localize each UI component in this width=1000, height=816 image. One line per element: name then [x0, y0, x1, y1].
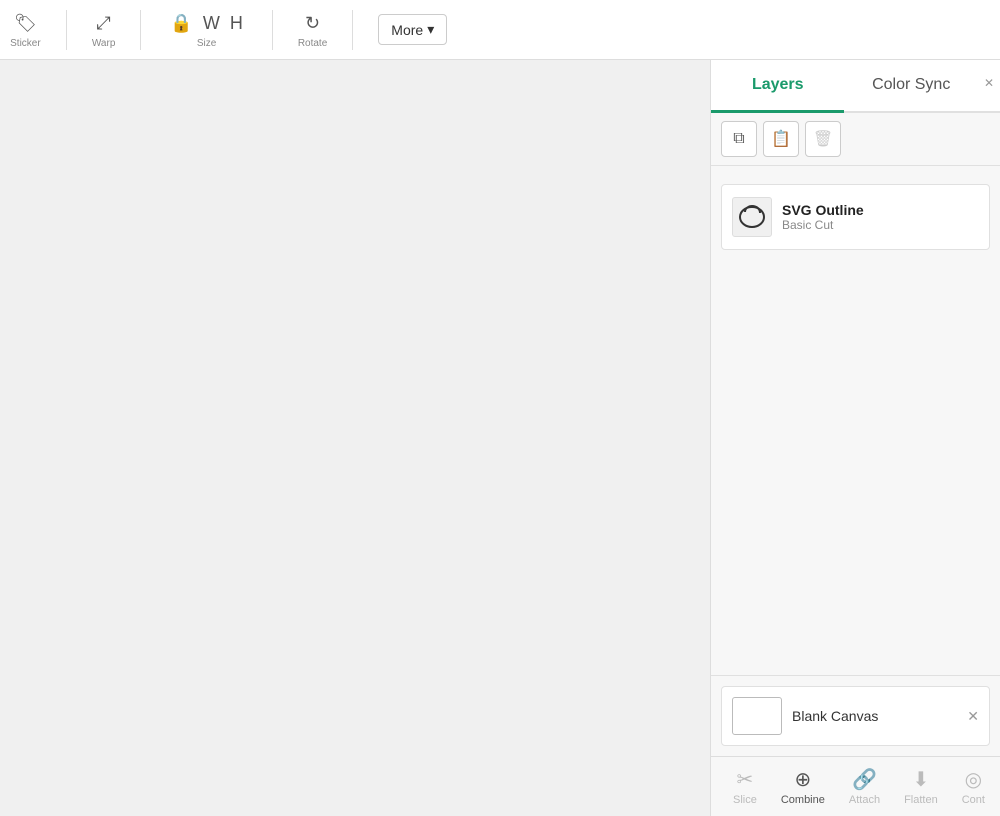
flatten-button[interactable]: ⬇ Flatten — [892, 761, 950, 812]
sticker-icon: 🏷 — [10, 11, 41, 36]
main-area: 8 9 10 11 12 13 14 15 — [0, 60, 1000, 816]
combine-icon: ⊕ — [794, 767, 811, 792]
divider-1 — [66, 10, 67, 50]
attach-icon: 🔗 — [852, 767, 877, 792]
paste-icon: 📋 — [771, 129, 791, 149]
canvas-wrapper: 8 9 10 11 12 13 14 15 — [0, 60, 710, 816]
warp-icon: ⤢ — [92, 11, 114, 36]
blank-canvas-label: Blank Canvas — [792, 708, 878, 724]
size-label: Size — [197, 38, 216, 49]
panel-close-icon[interactable]: ✕ — [978, 60, 1000, 111]
lock-icon: 🔒 — [166, 11, 196, 36]
slice-icon: ✂ — [737, 767, 754, 792]
tab-layers[interactable]: Layers — [711, 60, 844, 113]
layer-item[interactable]: SVG Outline Basic Cut — [721, 184, 990, 250]
blank-canvas-item[interactable]: Blank Canvas ✕ — [721, 686, 990, 746]
more-arrow-icon: ▾ — [427, 21, 434, 38]
flatten-label: Flatten — [904, 794, 938, 806]
panel-content: SVG Outline Basic Cut — [711, 166, 1000, 675]
delete-icon: 🗑 — [813, 129, 833, 149]
layer-type: Basic Cut — [782, 218, 979, 232]
layer-actions: ⧉ 📋 🗑 — [711, 113, 1000, 166]
attach-button[interactable]: 🔗 Attach — [837, 761, 892, 812]
combine-label: Combine — [781, 794, 825, 806]
layer-thumb-icon — [737, 202, 767, 232]
bottom-toolbar: ✂ Slice ⊕ Combine 🔗 Attach ⬇ Flatten ◎ C… — [711, 756, 1000, 816]
more-button[interactable]: More ▾ — [378, 14, 447, 45]
copy-icon: ⧉ — [733, 130, 744, 148]
contour-button[interactable]: ◎ Cont — [950, 761, 997, 812]
layer-thumbnail — [732, 197, 772, 237]
blank-canvas-thumbnail — [732, 697, 782, 735]
size-tool[interactable]: 🔒 W H Size — [166, 11, 246, 49]
more-label: More — [391, 22, 423, 38]
rotate-tool[interactable]: ↻ Rotate — [298, 11, 327, 49]
warp-tool[interactable]: ⤢ Warp — [92, 11, 116, 49]
contour-label: Cont — [962, 794, 985, 806]
top-toolbar: 🏷 Sticker ⤢ Warp 🔒 W H Size ↻ Rotate Mor… — [0, 0, 1000, 60]
width-icon: W — [199, 11, 224, 36]
combine-button[interactable]: ⊕ Combine — [769, 761, 837, 812]
slice-button[interactable]: ✂ Slice — [721, 761, 769, 812]
panel-tabs: Layers Color Sync ✕ — [711, 60, 1000, 113]
blank-canvas-close-icon[interactable]: ✕ — [967, 708, 979, 725]
rotate-icon: ↻ — [301, 11, 324, 36]
divider-3 — [272, 10, 273, 50]
divider-2 — [140, 10, 141, 50]
right-panel: Layers Color Sync ✕ ⧉ 📋 🗑 — [710, 60, 1000, 816]
attach-label: Attach — [849, 794, 880, 806]
flatten-icon: ⬇ — [913, 767, 930, 792]
blank-canvas-section: Blank Canvas ✕ — [711, 675, 1000, 756]
delete-layer-button[interactable]: 🗑 — [805, 121, 841, 157]
tab-color-sync[interactable]: Color Sync — [844, 60, 977, 113]
layer-info: SVG Outline Basic Cut — [782, 202, 979, 232]
divider-4 — [352, 10, 353, 50]
slice-label: Slice — [733, 794, 757, 806]
contour-icon: ◎ — [965, 767, 982, 792]
warp-label: Warp — [92, 38, 116, 49]
paste-layer-button[interactable]: 📋 — [763, 121, 799, 157]
rotate-label: Rotate — [298, 38, 327, 49]
sticker-tool[interactable]: 🏷 Sticker — [10, 11, 41, 49]
sticker-label: Sticker — [10, 38, 41, 49]
height-icon: H — [226, 11, 247, 36]
copy-layer-button[interactable]: ⧉ — [721, 121, 757, 157]
layer-name: SVG Outline — [782, 202, 979, 218]
